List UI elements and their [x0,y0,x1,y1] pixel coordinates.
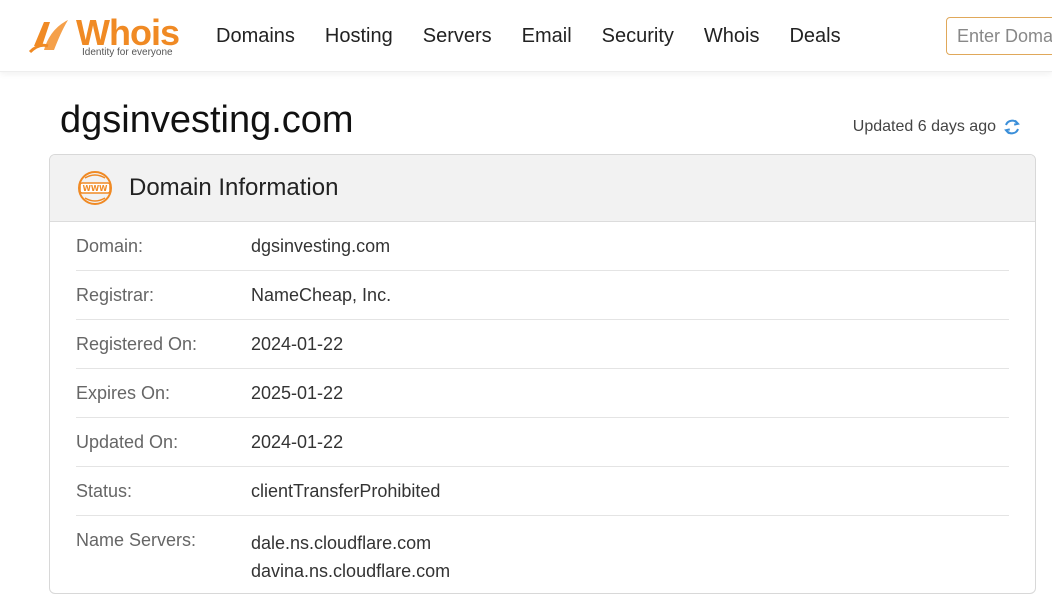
nav-security[interactable]: Security [602,24,674,50]
domain-search-input[interactable] [946,17,1052,55]
main-nav: Domains Hosting Servers Email Security W… [216,24,871,50]
row-label: Updated On: [76,431,179,452]
www-icon: WWW [78,171,112,205]
nav-servers[interactable]: Servers [423,24,492,50]
nav-whois[interactable]: Whois [704,24,760,50]
domain-info-table: Domain: dgsinvesting.com Registrar: Name… [50,222,1035,591]
row-value: 2024-01-22 [251,432,344,452]
row-value: dgsinvesting.com [251,236,391,256]
info-row-updated-on: Updated On: 2024-01-22 [76,418,1009,467]
logo-mark-icon [28,20,68,54]
domain-info-card: WWW Domain Information Domain: dgsinvest… [49,154,1036,594]
row-label: Expires On: [76,382,171,403]
row-value: 2024-01-22 [251,334,344,354]
info-row-name-servers: Name Servers: dale.ns.cloudflare.com dav… [76,516,1009,591]
row-label: Name Servers: [76,530,197,550]
page-title: dgsinvesting.com [60,99,354,141]
nav-domains[interactable]: Domains [216,24,295,50]
updated-text: Updated 6 days ago [852,118,996,135]
card-title: Domain Information [129,174,339,201]
row-label: Registrar: [76,284,155,305]
info-row-registered-on: Registered On: 2024-01-22 [76,320,1009,369]
row-label: Registered On: [76,333,198,354]
nav-email[interactable]: Email [522,24,572,50]
updated-status: Updated 6 days ago [853,116,1022,138]
row-value: dale.ns.cloudflare.com davina.ns.cloudfl… [251,529,450,585]
row-value: clientTransferProhibited [251,481,441,501]
site-header: Whois Identity for everyone Domains Host… [0,0,1052,72]
info-row-expires-on: Expires On: 2025-01-22 [76,369,1009,418]
row-label: Domain: [76,235,144,256]
row-value: NameCheap, Inc. [251,285,392,305]
name-server-1: dale.ns.cloudflare.com [251,533,432,553]
nav-hosting[interactable]: Hosting [325,24,393,50]
card-header: WWW Domain Information [50,155,1035,222]
info-row-status: Status: clientTransferProhibited [76,467,1009,516]
info-row-registrar: Registrar: NameCheap, Inc. [76,271,1009,320]
row-value: 2025-01-22 [251,383,344,403]
logo-tagline: Identity for everyone [82,47,173,58]
refresh-icon[interactable] [1002,117,1022,137]
svg-text:WWW: WWW [83,184,109,193]
name-server-2: davina.ns.cloudflare.com [251,561,451,581]
info-row-domain: Domain: dgsinvesting.com [76,222,1009,271]
row-label: Status: [76,480,133,501]
site-logo[interactable]: Whois Identity for everyone [28,14,188,60]
nav-deals[interactable]: Deals [789,24,840,50]
